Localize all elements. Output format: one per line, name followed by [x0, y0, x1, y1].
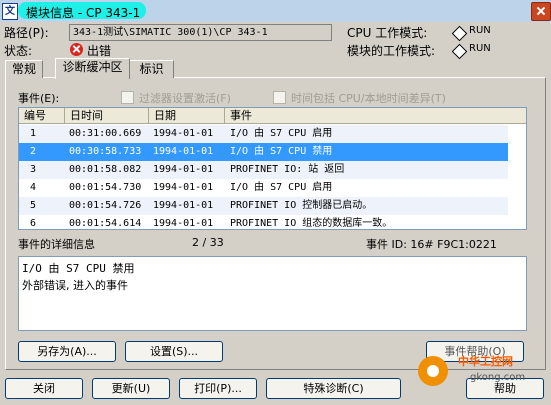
tab-general[interactable]: 常规	[5, 60, 43, 78]
tab-identification[interactable]: 标识	[129, 60, 174, 78]
save-as-button[interactable]: 另存为(A)...	[18, 341, 116, 362]
column-header-date[interactable]: 日期	[149, 108, 225, 124]
column-header-number[interactable]: 编号	[19, 108, 65, 124]
row-event: PROFINET IO: 站 返回	[230, 164, 345, 175]
detail-line: 外部错误, 进入的事件	[22, 279, 128, 292]
error-icon	[70, 43, 83, 56]
row-date: 1994-01-01	[153, 164, 214, 175]
state-value: 出错	[87, 44, 112, 58]
refresh-button[interactable]: 更新(U)	[92, 378, 170, 399]
row-time: 00:01:58.082	[69, 164, 142, 175]
event-details-box[interactable]: I/O 由 S7 CPU 禁用 外部错误, 进入的事件	[18, 256, 527, 331]
filter-label: 过滤器设置激活(F)	[139, 92, 231, 105]
row-event: I/O 由 S7 CPU 禁用	[230, 146, 333, 157]
row-time: 00:30:58.733	[69, 146, 142, 157]
path-field: 343-1测试\SIMATIC 300(1)\CP 343-1	[69, 24, 332, 41]
row-time: 00:01:54.614	[69, 218, 142, 229]
row-event: PROFINET IO 控制器已启动。	[230, 200, 373, 211]
close-window-icon[interactable]	[531, 2, 551, 21]
events-label: 事件(E):	[18, 92, 60, 105]
state-label: 状态:	[4, 44, 33, 58]
table-row[interactable]: 4 00:01:54.730 1994-01-01 I/O 由 S7 CPU 启…	[19, 179, 508, 197]
column-header-event[interactable]: 事件	[225, 108, 526, 124]
row-date: 1994-01-01	[153, 200, 214, 211]
row-number: 1	[30, 128, 37, 139]
module-mode-value: RUN	[469, 43, 491, 54]
row-time: 00:01:54.730	[69, 182, 142, 193]
table-row-selected[interactable]: 2 00:30:58.733 1994-01-01 I/O 由 S7 CPU 禁…	[19, 143, 508, 161]
row-date: 1994-01-01	[153, 182, 214, 193]
column-header-time[interactable]: 日时间	[65, 108, 149, 124]
row-date: 1994-01-01	[153, 146, 214, 157]
cpu-run-diamond-icon	[451, 25, 468, 42]
event-list[interactable]: 编号 日时间 日期 事件 1 00:31:00.669 1994-01-01 I…	[18, 107, 527, 230]
row-date: 1994-01-01	[153, 218, 214, 229]
row-number: 6	[30, 218, 37, 229]
cpu-mode-value: RUN	[469, 25, 491, 36]
table-row[interactable]: 3 00:01:58.082 1994-01-01 PROFINET IO: 站…	[19, 161, 508, 179]
module-mode-label: 模块的工作模式:	[347, 44, 436, 58]
row-time: 00:01:54.726	[69, 200, 142, 211]
special-diagnostics-button[interactable]: 特殊诊断(C)	[266, 378, 401, 399]
filter-checkbox[interactable]	[121, 91, 134, 104]
table-row[interactable]: 5 00:01:54.726 1994-01-01 PROFINET IO 控制…	[19, 197, 508, 215]
module-run-diamond-icon	[451, 43, 468, 60]
details-label: 事件的详细信息	[18, 238, 95, 251]
row-number: 4	[30, 182, 37, 193]
watermark-text: 中华工控网	[458, 355, 513, 368]
row-event: I/O 由 S7 CPU 启用	[230, 128, 333, 139]
watermark-gear-icon	[418, 356, 448, 386]
row-event: I/O 由 S7 CPU 启用	[230, 182, 333, 193]
table-row[interactable]: 6 00:01:54.614 1994-01-01 PROFINET IO 组态…	[19, 215, 508, 229]
event-list-scrollbar[interactable]: ▲ ▼	[526, 124, 527, 229]
settings-button[interactable]: 设置(S)...	[125, 341, 223, 362]
close-button[interactable]: 关闭	[5, 378, 83, 399]
row-date: 1994-01-01	[153, 128, 214, 139]
watermark-url: gkong.com	[470, 372, 526, 383]
path-label: 路径(P):	[4, 26, 49, 40]
event-counter: 2 / 33	[192, 236, 224, 249]
table-row[interactable]: 1 00:31:00.669 1994-01-01 I/O 由 S7 CPU 启…	[19, 125, 508, 143]
window-title: 模块信息 - CP 343-1	[26, 6, 141, 20]
tab-diagnostic-buffer[interactable]: 诊断缓冲区	[55, 58, 130, 79]
time-diff-checkbox[interactable]	[273, 91, 286, 104]
app-icon: 文	[2, 3, 18, 20]
time-diff-label: 时间包括 CPU/本地时间差异(T)	[291, 92, 446, 105]
event-id: 事件 ID: 16# F9C1:0221	[366, 238, 497, 251]
row-event: PROFINET IO 组态的数据库一致。	[230, 218, 393, 229]
row-number: 5	[30, 200, 37, 211]
row-number: 3	[30, 164, 37, 175]
detail-line: I/O 由 S7 CPU 禁用	[22, 262, 135, 275]
cpu-mode-label: CPU 工作模式:	[347, 26, 428, 40]
row-time: 00:31:00.669	[69, 128, 142, 139]
print-button[interactable]: 打印(P)...	[179, 378, 257, 399]
row-number: 2	[30, 146, 37, 157]
